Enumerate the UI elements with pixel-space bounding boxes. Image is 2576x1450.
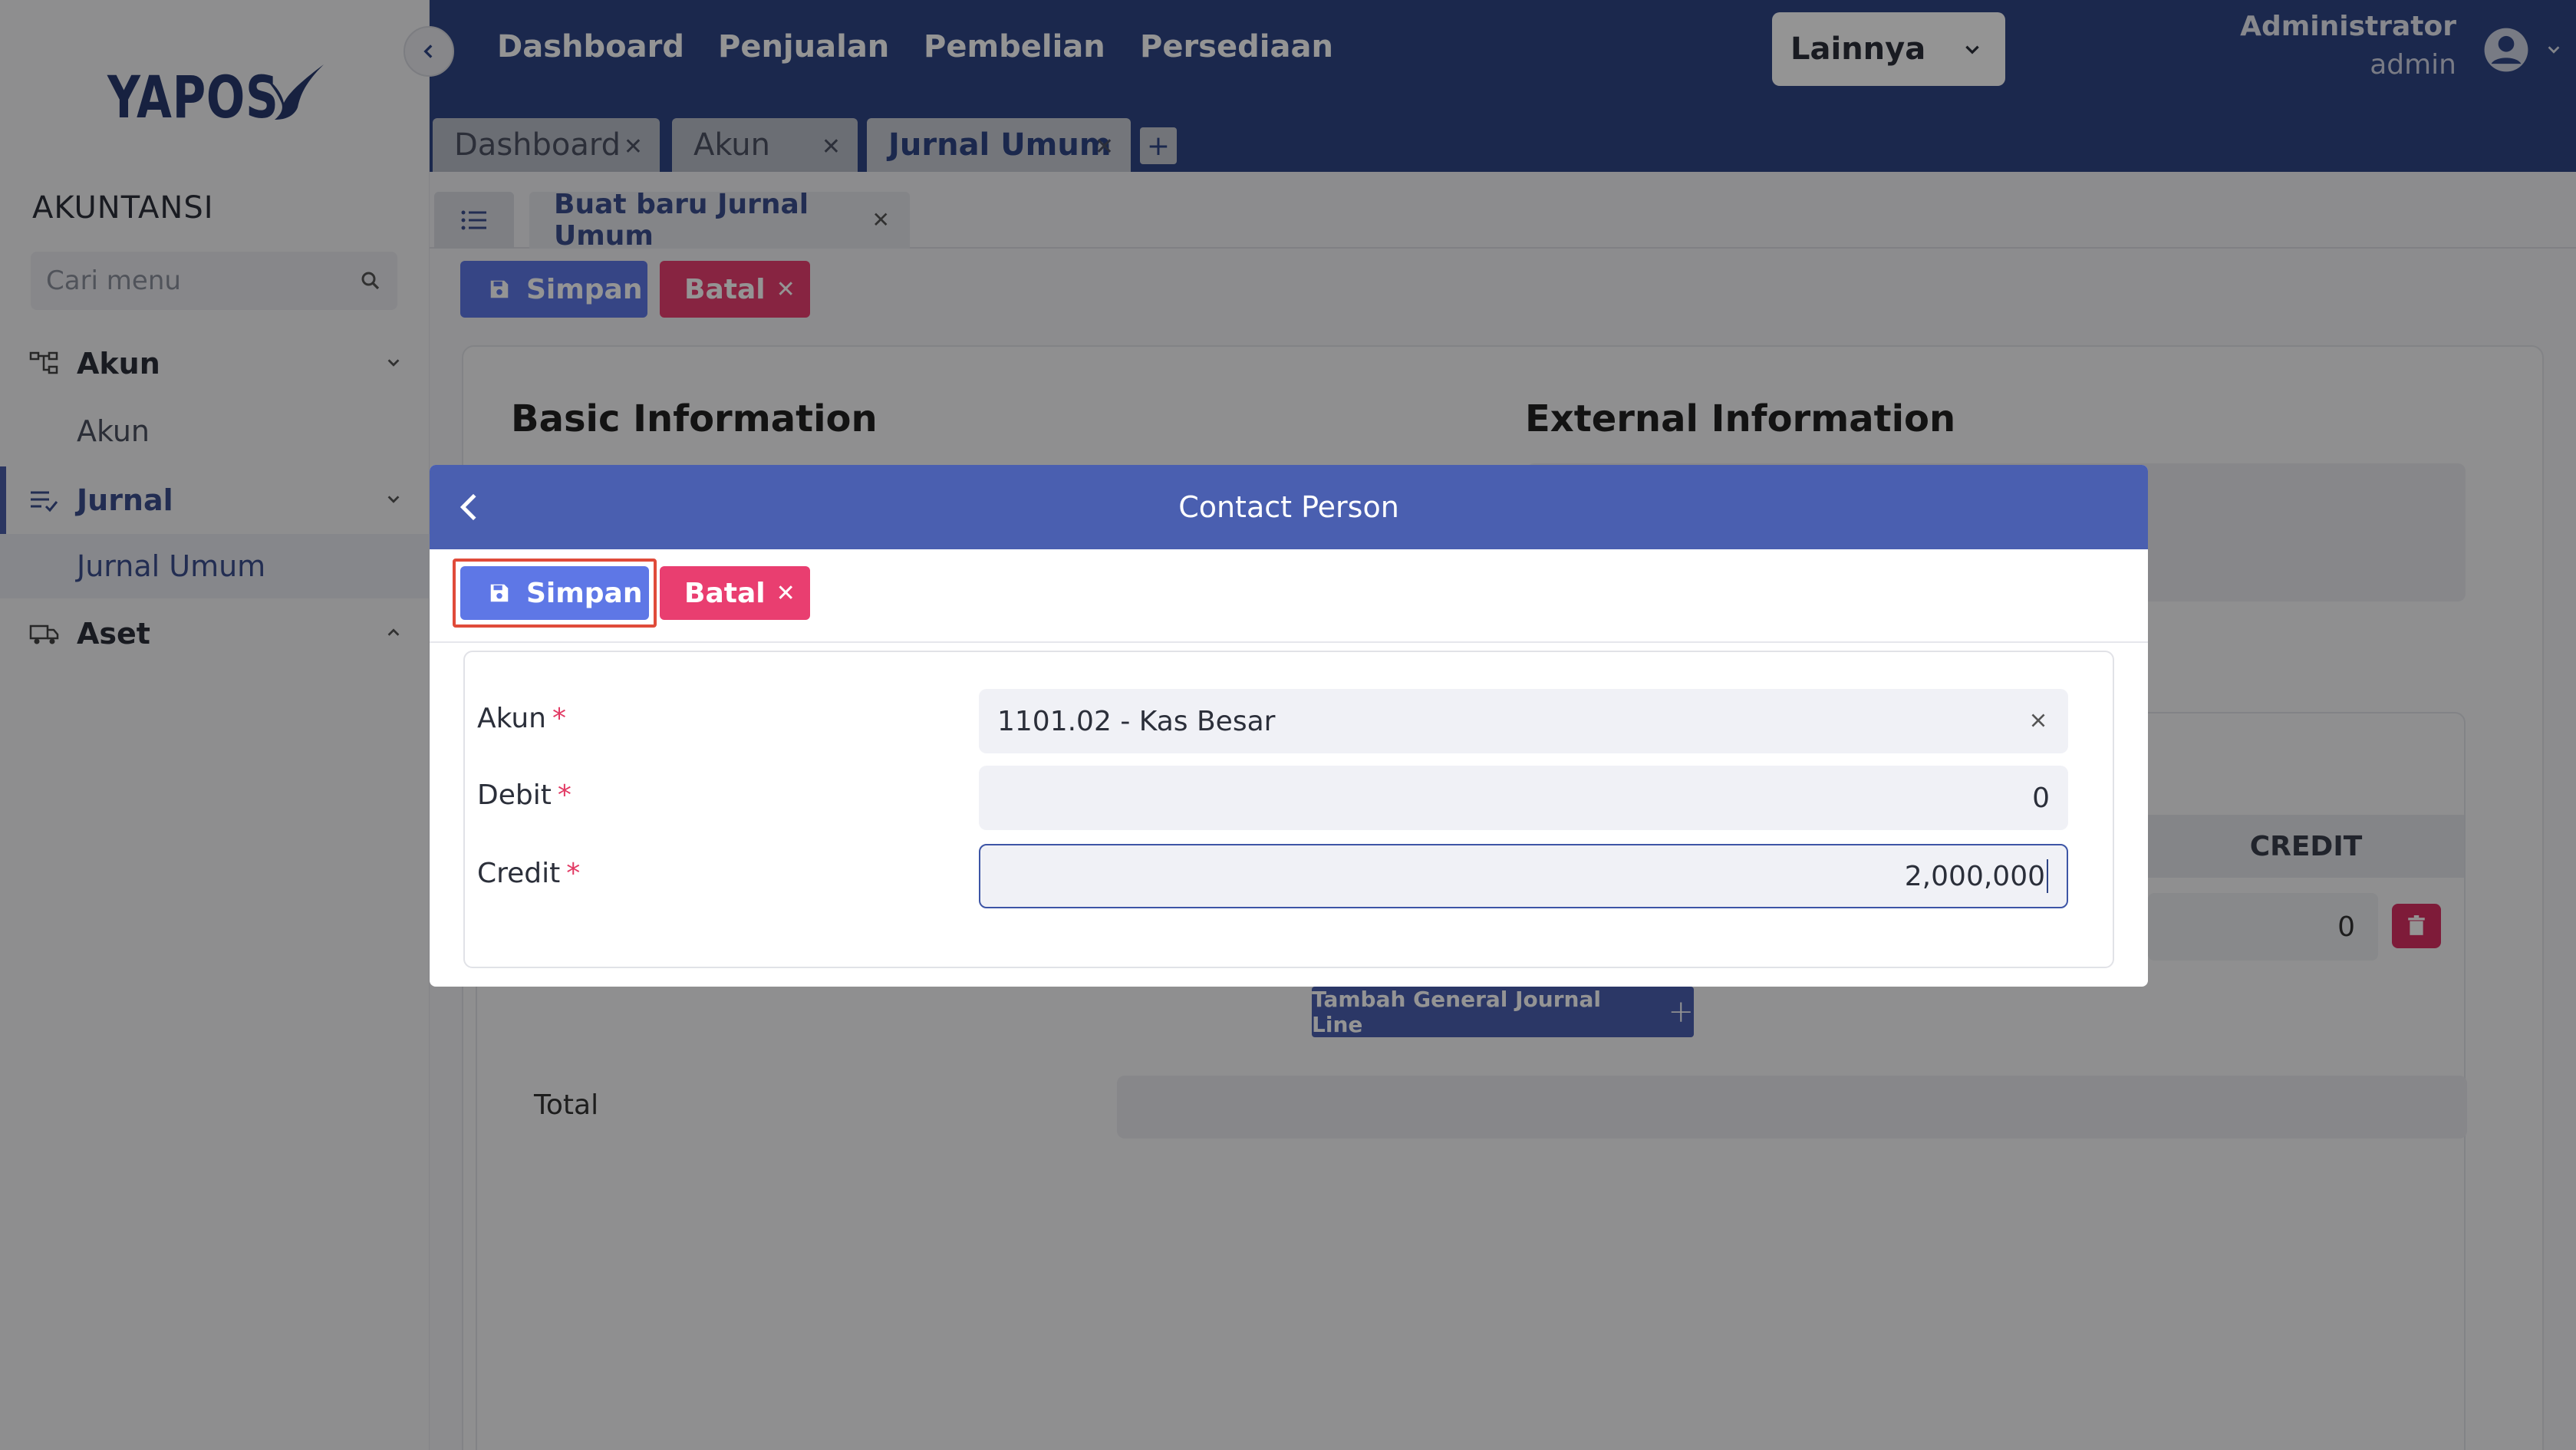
- back-arrow-icon[interactable]: [453, 489, 488, 525]
- floppy-icon: [490, 584, 509, 602]
- debit-input[interactable]: 0: [979, 766, 2068, 830]
- akun-label: Akun *: [477, 703, 566, 734]
- required-mark: *: [557, 779, 572, 811]
- contact-person-modal: Contact Person Simpan Batal ✕ Akun * 1101…: [430, 465, 2148, 987]
- credit-value: 2,000,000: [1904, 860, 2045, 892]
- credit-label-text: Credit: [477, 858, 561, 889]
- akun-select[interactable]: 1101.02 - Kas Besar: [979, 689, 2068, 753]
- debit-label-text: Debit: [477, 779, 552, 811]
- required-mark: *: [566, 858, 581, 889]
- text-caret: [2047, 859, 2048, 893]
- close-icon: ✕: [776, 579, 796, 607]
- modal-cancel-button[interactable]: Batal ✕: [660, 566, 810, 620]
- credit-input[interactable]: 2,000,000: [979, 844, 2068, 908]
- modal-header: Contact Person: [430, 465, 2148, 549]
- akun-label-text: Akun: [477, 703, 546, 734]
- required-mark: *: [552, 703, 566, 734]
- save-label: Simpan: [526, 577, 643, 609]
- modal-title: Contact Person: [1178, 490, 1399, 524]
- credit-label: Credit *: [477, 858, 580, 889]
- modal-save-button[interactable]: Simpan: [460, 566, 649, 620]
- clear-icon[interactable]: [2028, 710, 2048, 730]
- debit-label: Debit *: [477, 779, 572, 811]
- akun-value: 1101.02 - Kas Besar: [997, 705, 1276, 737]
- cancel-label: Batal: [684, 577, 766, 609]
- debit-value: 0: [2032, 782, 2050, 814]
